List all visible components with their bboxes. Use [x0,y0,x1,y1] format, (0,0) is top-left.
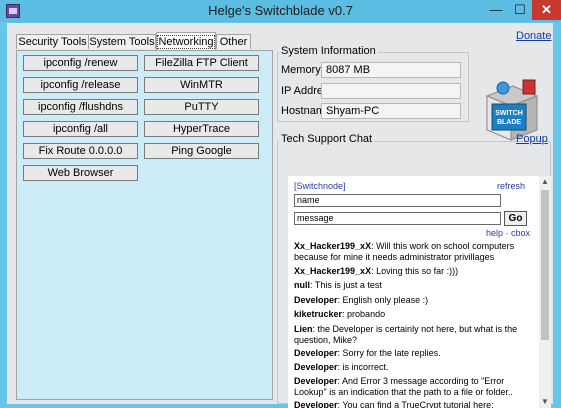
tab-label: Other [219,36,248,48]
window-title: Helge's Switchblade v0.7 [208,3,353,18]
memory-label: Memory [281,64,321,76]
ip-address-field[interactable] [321,83,461,99]
tab-system-tools[interactable]: System Tools [88,34,156,49]
chat-user: null [294,280,310,290]
chat-user: Developer [294,295,338,305]
chat-text: : You can find a TrueCrypt tutorial here… [337,400,494,408]
chat-text: : probando [342,309,386,319]
chat-user: Developer [294,348,338,358]
chat-box: [Switchnode] refresh name message Go hel… [288,176,551,408]
filezilla-button[interactable]: FileZilla FTP Client [144,55,259,71]
chat-user: Xx_Hacker199_xX [294,266,372,276]
help-cbox-links[interactable]: help · cbox [486,228,530,238]
chat-name-input[interactable]: name [294,194,501,207]
chat-user: Developer [294,362,338,372]
networking-panel: ipconfig /renew ipconfig /release ipconf… [16,50,273,400]
chat-message-input[interactable]: message [294,212,501,225]
system-info-title: System Information [279,45,378,57]
ipconfig-renew-button[interactable]: ipconfig /renew [23,55,138,71]
tab-security-tools[interactable]: Security Tools [16,34,89,49]
chat-user: Xx_Hacker199_xX [294,241,372,251]
ipconfig-release-button[interactable]: ipconfig /release [23,77,138,93]
tab-label: Networking [157,35,215,49]
scroll-thumb[interactable] [541,190,549,340]
chat-text: : Loving this so far :))) [371,266,459,276]
chat-message: Developer: is incorrect. [294,362,532,373]
chat-scrollbar[interactable]: ▲ ▼ [539,176,551,408]
tab-networking[interactable]: Networking [156,32,216,50]
chat-text: : the Developer is certainly not here, b… [294,324,518,345]
chat-user: Lien [294,324,313,334]
chat-message: Xx_Hacker199_xX: Will this work on schoo… [294,241,532,263]
chat-message: kiketrucker: probando [294,309,532,320]
donate-link[interactable]: Donate [516,30,551,42]
chat-go-button[interactable]: Go [504,211,527,226]
chat-message: Developer: Sorry for the late replies. [294,348,532,359]
putty-button[interactable]: PuTTY [144,99,259,115]
refresh-link[interactable]: refresh [497,181,525,191]
fix-route-button[interactable]: Fix Route 0.0.0.0 [23,143,138,159]
logo-text: SWITCH [495,110,523,117]
scroll-up-icon[interactable]: ▲ [539,176,551,188]
chat-message: Lien: the Developer is certainly not her… [294,324,532,346]
ipconfig-all-button[interactable]: ipconfig /all [23,121,138,137]
hostname-field[interactable]: Shyam-PC [321,103,461,119]
tab-label: System Tools [89,36,155,48]
hypertrace-button[interactable]: HyperTrace [144,121,259,137]
chat-header: [Switchnode] [294,181,346,191]
tab-label: Security Tools [18,36,87,48]
chat-message: Developer: You can find a TrueCrypt tuto… [294,400,532,408]
chat-user: Developer [294,376,338,386]
ipconfig-flushdns-button[interactable]: ipconfig /flushdns [23,99,138,115]
chat-message: Xx_Hacker199_xX: Loving this so far :))) [294,266,532,277]
scroll-down-icon[interactable]: ▼ [539,396,551,408]
chat-text: : This is just a test [310,280,382,290]
svg-text:BLADE: BLADE [497,119,521,126]
chat-message: null: This is just a test [294,280,532,291]
app-window: Helge's Switchblade v0.7 — ☐ ✕ Security … [0,0,561,408]
chat-text: : English only please :) [337,295,429,305]
client-area: Security Tools System Tools Networking O… [7,23,553,408]
chat-message: Developer: English only please :) [294,295,532,306]
chat-text: : Sorry for the late replies. [337,348,441,358]
close-button[interactable]: ✕ [532,0,561,20]
popup-link[interactable]: Popup [516,133,548,145]
ping-google-button[interactable]: Ping Google [144,143,259,159]
minimize-button[interactable]: — [484,0,508,20]
winmtr-button[interactable]: WinMTR [144,77,259,93]
tab-other[interactable]: Other [216,34,251,49]
chat-title: Tech Support Chat [279,133,375,145]
web-browser-button[interactable]: Web Browser [23,165,138,181]
chat-user: kiketrucker [294,309,343,319]
title-bar[interactable]: Helge's Switchblade v0.7 — ☐ ✕ [0,0,561,22]
maximize-button[interactable]: ☐ [508,0,532,20]
chat-message: Developer: And Error 3 message according… [294,376,532,398]
memory-field[interactable]: 8087 MB [321,62,461,78]
chat-text: : is incorrect. [337,362,389,372]
chat-user: Developer [294,400,338,408]
